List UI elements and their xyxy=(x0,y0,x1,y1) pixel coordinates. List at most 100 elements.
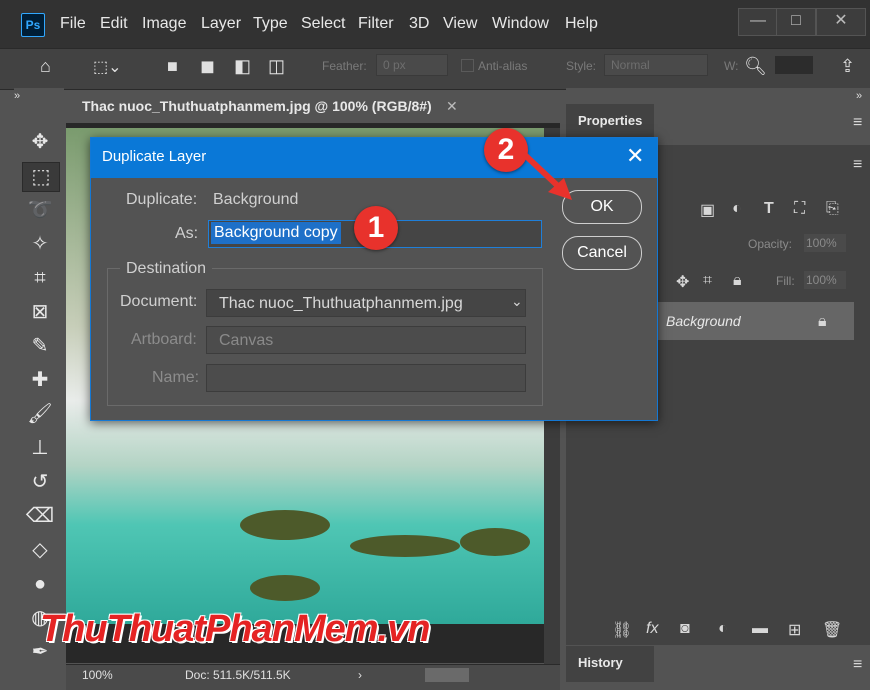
cancel-button[interactable]: Cancel xyxy=(562,236,642,270)
menu-3d[interactable]: 3D xyxy=(409,15,429,33)
blur-tool-icon[interactable]: ● xyxy=(22,570,58,598)
brush-tool-icon[interactable]: 🖌︎ xyxy=(22,400,58,428)
history-brush-tool-icon[interactable]: ↺ xyxy=(22,468,58,496)
horizontal-scrollbar[interactable] xyxy=(425,668,469,682)
antialias-checkbox[interactable] xyxy=(461,59,474,72)
duplicate-value: Background xyxy=(213,191,299,208)
adjustment-layer-icon[interactable]: ◐ xyxy=(718,620,728,638)
collapse-panels-icon[interactable]: » xyxy=(856,90,862,102)
history-label: History xyxy=(578,655,623,670)
document-tab-title: Thac nuoc_Thuthuatphanmem.jpg @ 100% (RG… xyxy=(82,98,432,114)
status-bar xyxy=(66,664,560,690)
minimize-button[interactable]: — xyxy=(738,8,778,36)
document-label: Document: xyxy=(120,293,198,310)
delete-layer-icon[interactable]: 🗑︎ xyxy=(822,620,842,640)
new-selection-icon[interactable]: ■ xyxy=(167,56,178,77)
lock-artboard-icon[interactable]: ⌗ xyxy=(703,272,712,290)
antialias-label: Anti-alias xyxy=(478,59,528,73)
opacity-label: Opacity: xyxy=(748,237,793,251)
layer-lock-icon: 🔒︎ xyxy=(818,313,827,330)
dialog-close-icon[interactable]: ✕ xyxy=(626,143,644,169)
eyedropper-tool-icon[interactable]: ✎ xyxy=(22,332,58,360)
style-select[interactable]: Normal xyxy=(604,54,708,76)
layers-panel-menu-icon[interactable]: ≡ xyxy=(853,156,862,174)
photoshop-logo-icon: Ps xyxy=(21,13,45,37)
document-select-value: Thac nuoc_Thuthuatphanmem.jpg xyxy=(219,295,463,312)
arrow-to-ok-icon xyxy=(523,153,572,200)
crop-tool-icon[interactable]: ⌗ xyxy=(22,264,58,292)
shape-filter-icon[interactable]: ⛶ xyxy=(794,200,805,218)
pixel-filter-icon[interactable]: ▣ xyxy=(700,200,715,220)
clone-stamp-tool-icon[interactable]: ⊥ xyxy=(22,434,58,462)
layer-name: Background xyxy=(666,313,741,329)
adjustment-filter-icon[interactable]: ◐ xyxy=(732,200,742,218)
smart-object-filter-icon[interactable]: ⎘ xyxy=(826,200,839,218)
workspace-select[interactable] xyxy=(775,56,813,74)
name-label: Name: xyxy=(152,369,200,386)
as-input-value[interactable]: Background copy xyxy=(211,222,341,244)
search-icon[interactable]: 🔍︎ xyxy=(744,56,767,77)
move-tool-icon[interactable]: ✥ xyxy=(22,128,58,156)
destination-label: Destination xyxy=(120,260,213,278)
menu-layer[interactable]: Layer xyxy=(201,15,241,33)
as-label: As: xyxy=(175,225,199,242)
home-icon[interactable]: ⌂ xyxy=(40,56,51,77)
menu-type[interactable]: Type xyxy=(253,15,288,33)
add-mask-icon[interactable]: ◙ xyxy=(680,620,690,638)
lock-all-icon[interactable]: 🔒︎ xyxy=(733,272,742,290)
duplicate-label: Duplicate: xyxy=(126,191,198,208)
name-input[interactable] xyxy=(206,364,526,392)
properties-label: Properties xyxy=(578,113,643,128)
subtract-selection-icon[interactable]: ◧ xyxy=(234,56,251,77)
menu-image[interactable]: Image xyxy=(142,15,186,33)
feather-label: Feather: xyxy=(322,59,367,73)
rock-shape xyxy=(250,575,320,601)
healing-brush-tool-icon[interactable]: ✚ xyxy=(22,366,58,394)
marquee-tool-icon[interactable]: ⬚ xyxy=(22,162,60,192)
fx-icon[interactable]: fx xyxy=(646,620,658,638)
marquee-preset-icon[interactable]: ⬚⌄ xyxy=(93,57,122,77)
new-group-icon[interactable]: ▬ xyxy=(752,620,768,638)
magic-wand-tool-icon[interactable]: ✧ xyxy=(22,230,58,258)
collapse-toolbar-icon[interactable]: » xyxy=(14,90,64,102)
paint-bucket-tool-icon[interactable]: ◇ xyxy=(22,536,58,564)
eraser-tool-icon[interactable]: ⌫ xyxy=(22,502,58,530)
rock-shape xyxy=(350,535,460,557)
menu-view[interactable]: View xyxy=(443,15,477,33)
document-select[interactable]: Thac nuoc_Thuthuatphanmem.jpg xyxy=(206,289,526,317)
new-layer-icon[interactable]: ⊞ xyxy=(788,620,801,640)
menu-select[interactable]: Select xyxy=(301,15,345,33)
history-panel-menu-icon[interactable]: ≡ xyxy=(853,656,862,674)
type-filter-icon[interactable]: T xyxy=(764,200,774,218)
style-label: Style: xyxy=(566,59,597,73)
rock-shape xyxy=(460,528,530,556)
status-arrow-icon[interactable]: › xyxy=(358,668,362,682)
add-selection-icon[interactable]: ◼ xyxy=(200,56,215,77)
watermark-logo: ThuThuatPhanMem.vn xyxy=(40,608,430,650)
close-tab-icon[interactable]: ✕ xyxy=(446,98,458,115)
frame-tool-icon[interactable]: ⊠ xyxy=(22,298,58,326)
share-icon[interactable]: ⇪ xyxy=(840,56,855,77)
width-label: W: xyxy=(724,59,739,73)
menu-help[interactable]: Help xyxy=(565,15,598,33)
lock-position-icon[interactable]: ✥ xyxy=(676,272,689,292)
menu-edit[interactable]: Edit xyxy=(100,15,128,33)
maximize-button[interactable]: □ xyxy=(776,8,816,36)
link-layers-icon[interactable]: ⛓ xyxy=(612,620,632,640)
lasso-tool-icon[interactable]: ➰ xyxy=(22,196,58,224)
zoom-level[interactable]: 100% xyxy=(82,668,113,682)
rock-shape xyxy=(240,510,330,540)
fill-input[interactable]: 100% xyxy=(804,271,846,289)
artboard-select[interactable]: Canvas xyxy=(206,326,526,354)
menu-window[interactable]: Window xyxy=(492,15,549,33)
feather-input[interactable]: 0 px xyxy=(376,54,448,76)
menu-file[interactable]: File xyxy=(60,15,86,33)
close-window-button[interactable]: ✕ xyxy=(816,8,866,36)
opacity-input[interactable]: 100% xyxy=(804,234,846,252)
artboard-select-value: Canvas xyxy=(219,332,274,349)
fill-label: Fill: xyxy=(776,274,795,288)
panel-menu-icon[interactable]: ≡ xyxy=(853,114,862,132)
menu-filter[interactable]: Filter xyxy=(358,15,394,33)
chevron-down-icon: ⌄ xyxy=(511,293,523,309)
intersect-selection-icon[interactable]: ◫ xyxy=(268,56,285,77)
